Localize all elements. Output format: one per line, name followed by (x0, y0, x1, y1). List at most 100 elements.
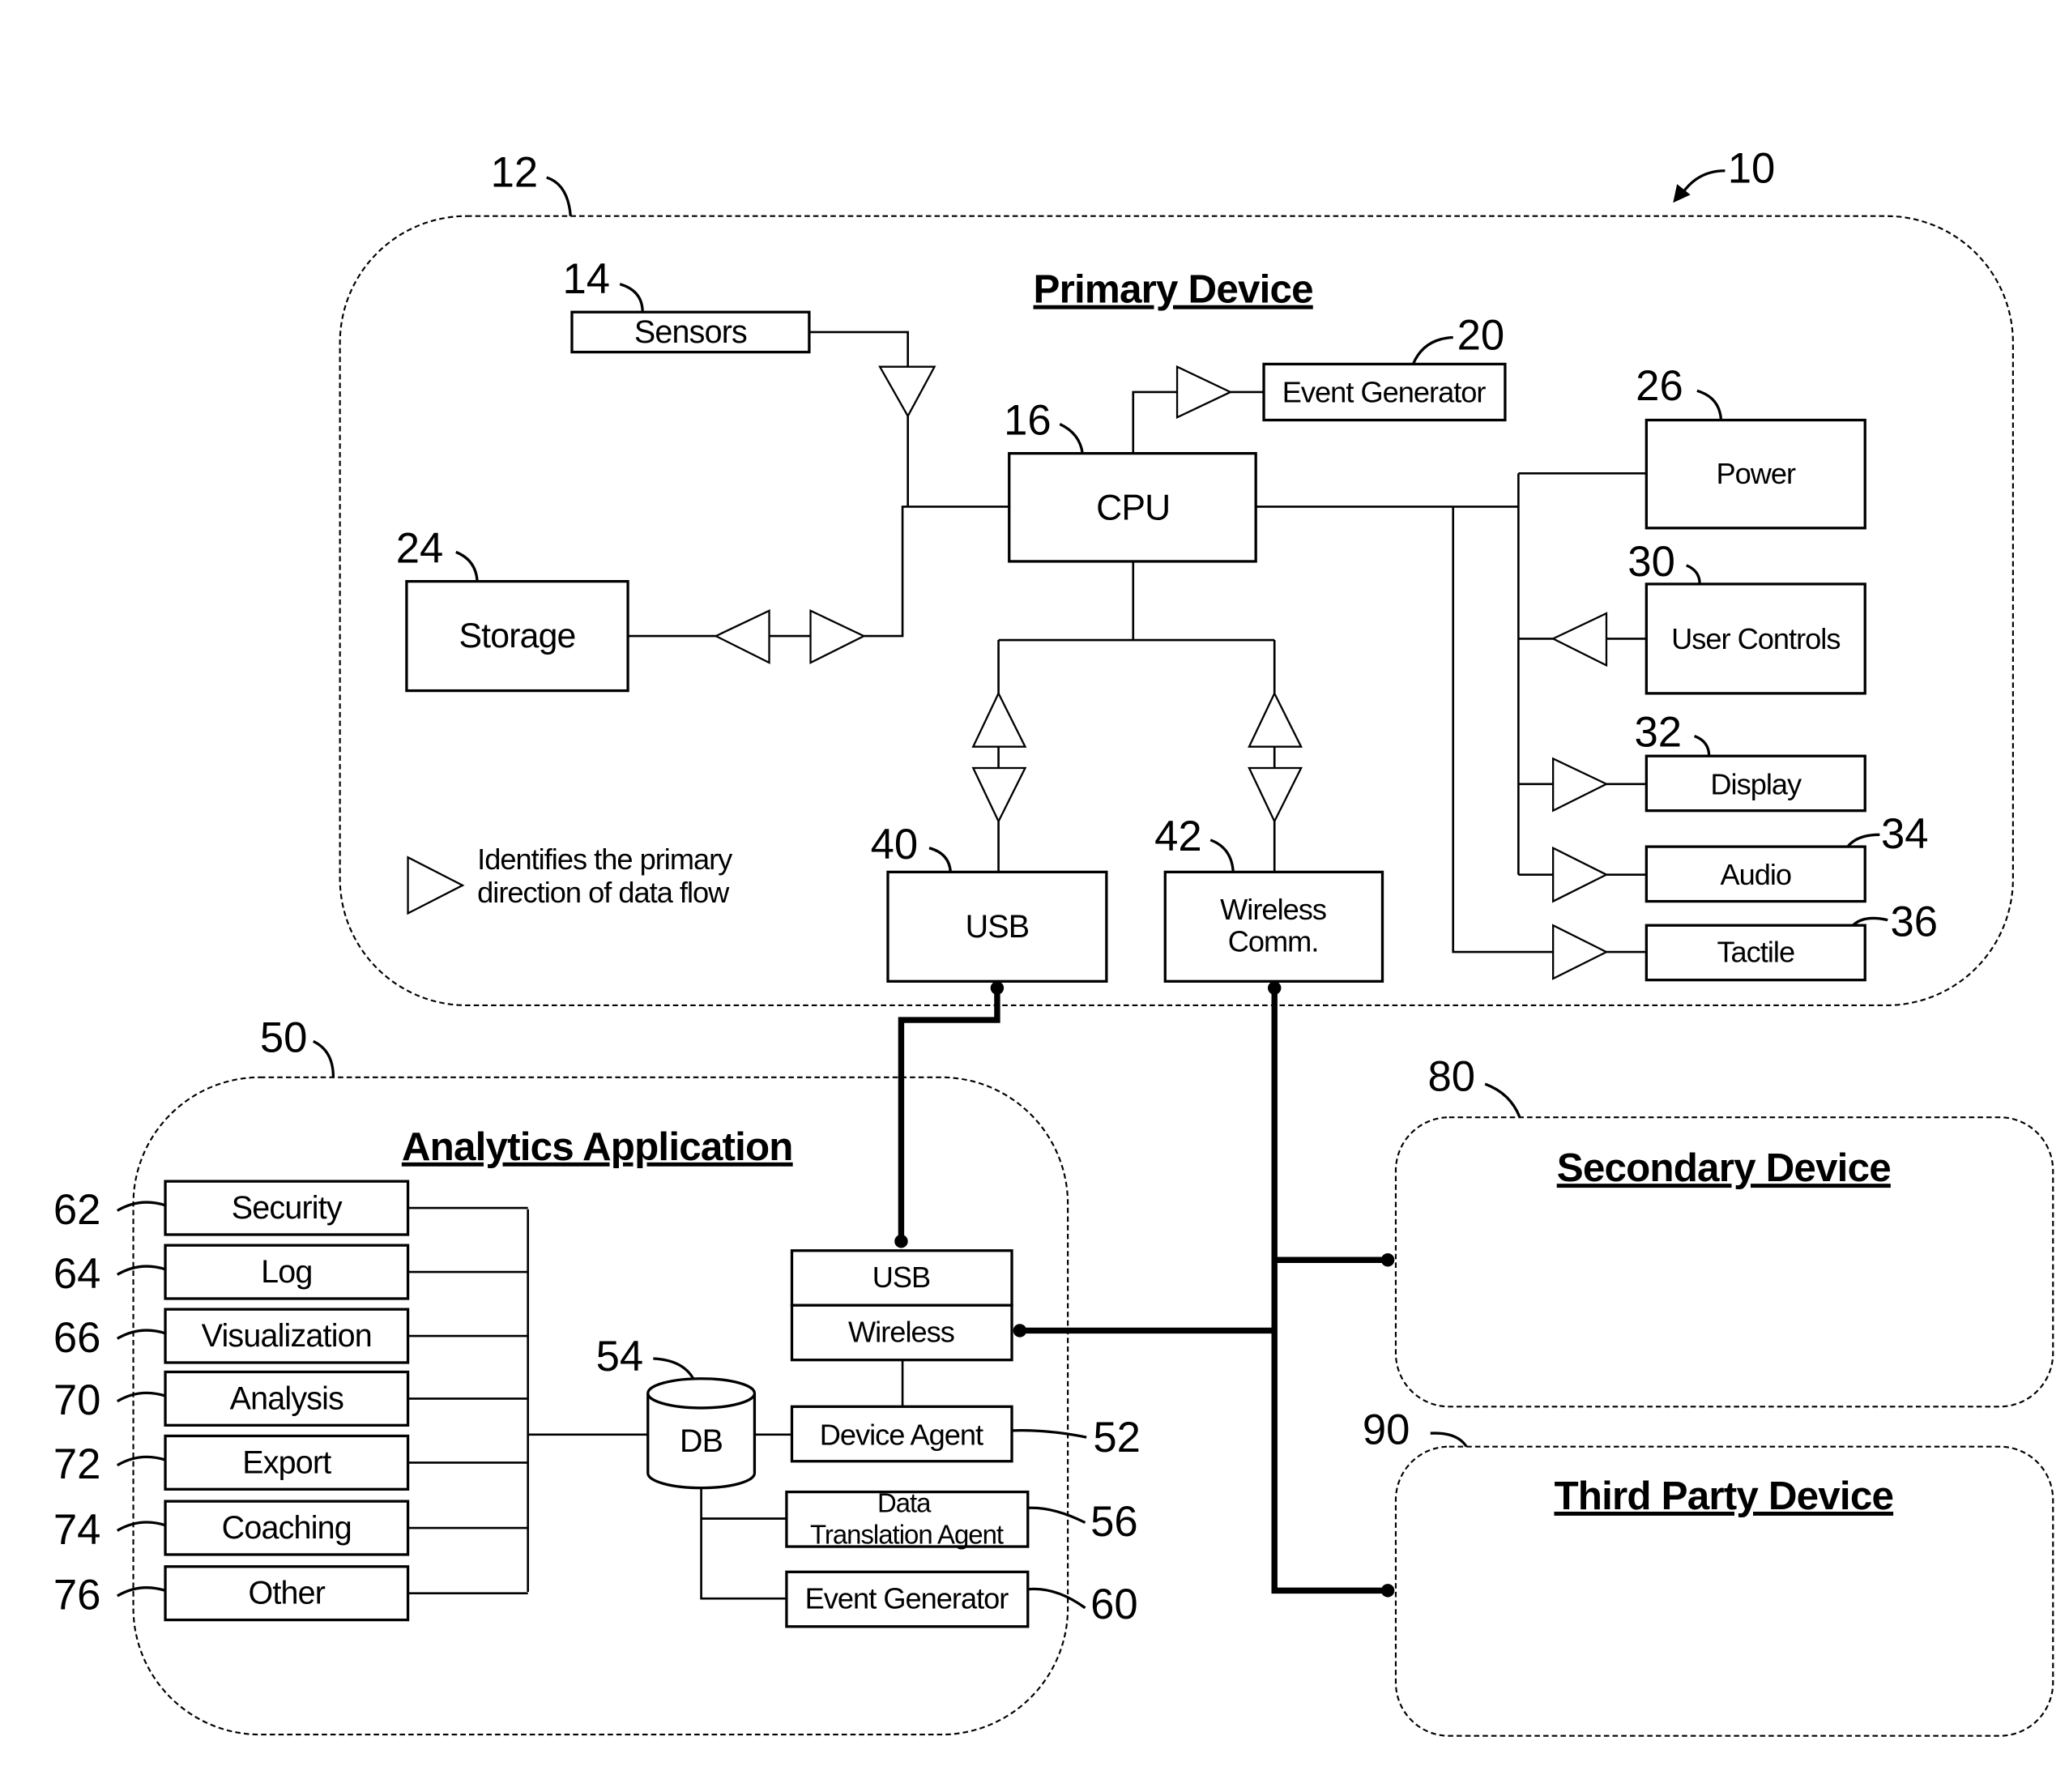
ref-number: 66 (53, 1314, 101, 1362)
usb-link-line (898, 988, 1000, 1242)
data-translation-agent-block[interactable]: Data Translation Agent 56 (785, 1487, 1138, 1550)
module-label: Export (242, 1444, 331, 1480)
leader-line (546, 176, 572, 216)
analytics-application-title: Analytics Application (402, 1124, 793, 1169)
analytics-event-generator-block[interactable]: Event Generator 60 (785, 1570, 1138, 1628)
data-flow-down-icon (971, 766, 1027, 824)
leader-line (928, 847, 952, 873)
leader-line (1430, 1431, 1468, 1448)
device-agent-block[interactable]: Device Agent 52 (790, 1405, 1141, 1463)
legend-line2: direction of data flow (477, 876, 730, 909)
connector-dot-icon (1380, 1253, 1395, 1267)
ref-number: 36 (1890, 898, 1938, 945)
dta-label-line1: Data (877, 1487, 932, 1517)
primary-device-title: Primary Device (1034, 267, 1313, 312)
ref-number: 16 (1004, 397, 1052, 445)
storage-label: Storage (459, 617, 575, 655)
ref-number: 62 (53, 1186, 101, 1234)
tactile-label: Tactile (1717, 936, 1794, 969)
ref-number: 30 (1627, 538, 1675, 586)
module-other-block[interactable]: Other 76 (53, 1565, 528, 1622)
leader-line (116, 1201, 166, 1212)
leader-line (1693, 734, 1711, 757)
module-visualization-block[interactable]: Visualization 66 (53, 1308, 528, 1364)
leader-line (1411, 335, 1453, 365)
ref-number: 20 (1457, 311, 1505, 359)
module-label: Other (248, 1576, 325, 1611)
wireless-comm-block[interactable]: Wireless Comm. 42 (1154, 813, 1384, 983)
power-label: Power (1716, 457, 1796, 490)
leader-line (116, 1329, 166, 1340)
db-block[interactable]: DB 54 (596, 1333, 757, 1490)
leader-line (116, 1586, 166, 1598)
analytics-wireless-label: Wireless (848, 1316, 954, 1349)
data-flow-left-icon (714, 609, 770, 664)
data-flow-right-icon (1551, 846, 1609, 903)
leader-line (455, 550, 479, 582)
wireless-label-line1: Wireless (1220, 893, 1326, 926)
sensors-label: Sensors (634, 314, 747, 350)
sensors-block[interactable]: Sensors 14 (562, 255, 811, 354)
display-block[interactable]: Display 32 (1635, 709, 1866, 813)
connector-dot-icon (894, 1234, 908, 1248)
ref-number: 74 (53, 1506, 101, 1554)
leader-line (1209, 838, 1235, 873)
data-flow-down-icon (1248, 766, 1303, 824)
analytics-usb-label: USB (872, 1261, 930, 1294)
ref-number: 80 (1427, 1052, 1475, 1100)
module-security-block[interactable]: Security 62 (53, 1180, 528, 1236)
db-cylinder-top (646, 1377, 757, 1410)
ref-number: 26 (1636, 362, 1683, 410)
event-generator-block[interactable]: Event Generator 20 (1262, 311, 1507, 422)
ref-number: 70 (53, 1376, 101, 1424)
ref-number: 40 (871, 821, 919, 868)
ref-number: 14 (562, 255, 610, 303)
data-flow-up-icon (971, 691, 1027, 748)
ref-number: 72 (53, 1440, 101, 1488)
cpu-block[interactable]: CPU 16 (1004, 397, 1257, 563)
data-flow-left-icon (1551, 612, 1608, 668)
connector-dot-icon (1267, 981, 1282, 995)
ref-number: 12 (491, 149, 539, 197)
module-log-block[interactable]: Log 64 (53, 1244, 528, 1300)
secondary-device-container[interactable]: Secondary Device 80 (1394, 1052, 2054, 1408)
leader-line (116, 1521, 166, 1532)
leader-line (1846, 833, 1880, 848)
third-party-device-title: Third Party Device (1554, 1474, 1893, 1518)
ref-number: 24 (396, 525, 444, 573)
module-coaching-block[interactable]: Coaching 74 (53, 1500, 528, 1556)
usb-block[interactable]: USB 40 (871, 821, 1108, 983)
ref-number: 90 (1363, 1406, 1410, 1453)
leader-line (1027, 1506, 1086, 1524)
figure-reference-10: 10 (1673, 145, 1775, 203)
leader-line (619, 283, 644, 313)
tactile-block[interactable]: Tactile 36 (1645, 898, 1938, 982)
data-flow-down-icon (878, 365, 936, 418)
data-flow-right-icon (1551, 757, 1609, 813)
leader-line (1484, 1082, 1521, 1118)
sensors-to-cpu-line (808, 331, 909, 507)
event-generator-label: Event Generator (1282, 375, 1487, 408)
usb-label: USB (966, 909, 1030, 945)
leader-line (1059, 422, 1084, 454)
module-label: Visualization (202, 1318, 372, 1354)
third-party-device-container[interactable]: Third Party Device 90 (1363, 1406, 2054, 1737)
connector-dot-icon (990, 981, 1005, 995)
leader-line (1027, 1587, 1086, 1610)
data-flow-right-icon (1175, 365, 1233, 420)
analytics-modules: Security 62 Log 64 Visualization 66 Analysis 70… (53, 1180, 528, 1622)
power-block[interactable]: Power 26 (1636, 362, 1866, 530)
triangle-arrow-icon (407, 855, 465, 915)
analytics-interface-block[interactable]: USB Wireless (790, 1249, 1013, 1362)
user-controls-block[interactable]: User Controls 30 (1627, 538, 1866, 695)
module-export-block[interactable]: Export 72 (53, 1434, 528, 1491)
ref-number: 42 (1154, 813, 1202, 860)
legend-line1: Identifies the primary (477, 843, 733, 876)
ref-number: 10 (1728, 145, 1776, 193)
leader-line (116, 1265, 166, 1276)
data-flow-right-icon (1551, 924, 1609, 980)
audio-block[interactable]: Audio 34 (1645, 810, 1929, 903)
data-flow-legend: Identifies the primary direction of data… (407, 843, 734, 915)
storage-block[interactable]: Storage 24 (396, 525, 629, 693)
module-analysis-block[interactable]: Analysis 70 (53, 1370, 528, 1427)
